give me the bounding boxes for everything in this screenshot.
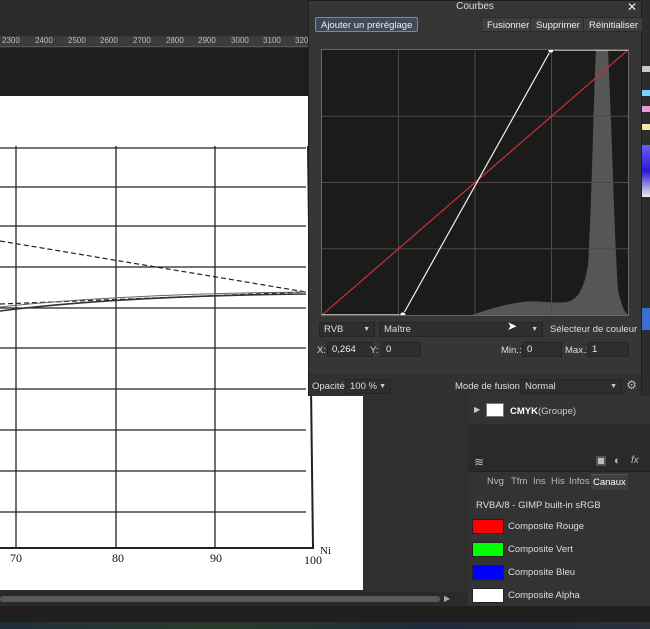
channel-label: Composite Vert	[508, 544, 573, 555]
opacity-value: 100 %	[350, 381, 377, 392]
min-input[interactable]: 0	[522, 342, 562, 357]
workspace-background	[363, 396, 468, 592]
x-axis-label: 70	[10, 551, 22, 565]
dialog-title: Courbes	[456, 1, 494, 12]
blend-mode-select[interactable]: Normal ▼	[520, 379, 622, 394]
chevron-down-icon: ▼	[363, 326, 370, 333]
delete-button[interactable]: Supprimer	[530, 17, 586, 32]
close-icon[interactable]: ✕	[627, 0, 637, 14]
layers-icon[interactable]: ≋	[474, 455, 484, 469]
blend-mode-label: Mode de fusion:	[455, 381, 523, 392]
blend-mode-value: Normal	[525, 381, 556, 392]
x-axis-label: 90	[210, 551, 222, 565]
channel-swatch	[472, 565, 504, 580]
chevron-down-icon: ▼	[610, 383, 617, 390]
y-input[interactable]: 0	[381, 342, 421, 357]
scroll-right-icon[interactable]: ▶	[444, 594, 450, 603]
ruler-tick: 2700	[133, 36, 151, 45]
color-space-select[interactable]: RVB ▼	[319, 322, 375, 337]
channel-row-green[interactable]: Composite Vert	[472, 541, 642, 559]
desktop-strip	[0, 622, 650, 629]
gear-icon[interactable]: ⚙	[626, 378, 637, 392]
curve-graph[interactable]	[321, 49, 629, 316]
channel-row-alpha[interactable]: Composite Alpha	[472, 587, 642, 605]
chevron-down-icon: ▼	[379, 383, 386, 390]
channel-value: Maître	[384, 324, 411, 335]
adjust-icon[interactable]: ◐	[614, 455, 621, 467]
color-profile-label: RVBA/8 - GIMP built-in sRGB	[476, 500, 601, 511]
ruler-tick: 2800	[166, 36, 184, 45]
curve-plot[interactable]	[322, 50, 628, 315]
fx-icon[interactable]: fx	[631, 455, 639, 466]
x-label: X:	[317, 345, 326, 356]
ruler-tick: 320	[295, 36, 309, 45]
channel-label: Composite Bleu	[508, 567, 576, 578]
channel-swatch	[472, 588, 504, 603]
opacity-label: Opacité:	[312, 381, 348, 392]
ruler-tick: 2600	[100, 36, 118, 45]
reset-button[interactable]: Réinitialiser	[583, 17, 645, 32]
horizontal-scrollbar[interactable]: ▶	[0, 592, 455, 606]
ruler-tick: 3100	[263, 36, 281, 45]
ruler-tick: 2300	[2, 36, 20, 45]
x-input[interactable]: 0,264	[327, 342, 373, 357]
channel-row-blue[interactable]: Composite Bleu	[472, 564, 642, 582]
curve-control-point[interactable]	[399, 311, 407, 315]
chevron-down-icon: ▼	[531, 326, 538, 333]
channel-label: Composite Rouge	[508, 521, 585, 532]
panel-toolbar: ≋ ◐ fx	[468, 452, 650, 472]
layer-row-cmyk[interactable]: ▶ CMYK (Groupe)	[468, 400, 650, 422]
layers-channels-panel: ▶ CMYK (Groupe) ≋ ◐ fx Nvg Tfm Ins His I…	[468, 396, 650, 606]
mask-icon[interactable]	[596, 456, 606, 466]
panel-tabs: Nvg Tfm Ins His Infos Canaux	[468, 474, 650, 490]
layer-name: CMYK	[510, 406, 538, 417]
channel-swatch	[472, 519, 504, 534]
channel-label: Composite Alpha	[508, 590, 580, 601]
curve-control-point[interactable]	[547, 50, 555, 54]
ruler-tick: 3000	[231, 36, 249, 45]
max-input[interactable]: 1	[587, 342, 629, 357]
channel-select[interactable]: Maître ▼	[379, 322, 543, 337]
max-label: Max.:	[565, 345, 589, 356]
tab-tfm[interactable]: Tfm	[509, 474, 529, 490]
scrollbar-thumb[interactable]	[0, 596, 440, 602]
corner-label: Ni	[320, 545, 331, 557]
tab-ins[interactable]: Ins	[531, 474, 548, 490]
add-preset-button[interactable]: Ajouter un préréglage	[315, 17, 419, 32]
play-icon[interactable]: ▶	[474, 405, 480, 414]
ruler-tick: 2900	[198, 36, 216, 45]
workspace-background	[0, 48, 308, 96]
dialog-footer: Opacité: 100 % ▼ Mode de fusion: Normal …	[309, 374, 641, 396]
layer-thumbnail	[486, 403, 504, 417]
channel-row-red[interactable]: Composite Rouge	[472, 518, 642, 536]
ruler-tick: 2500	[68, 36, 86, 45]
layer-type: (Groupe)	[538, 406, 577, 417]
channel-swatch	[472, 542, 504, 557]
right-edge-panel	[642, 0, 650, 396]
color-picker-button[interactable]: Sélecteur de couleur	[550, 324, 637, 335]
panel-spacer	[468, 424, 650, 452]
tab-nvg[interactable]: Nvg	[485, 474, 506, 490]
x-axis-label: 80	[112, 551, 124, 565]
y-label: Y:	[370, 345, 379, 356]
curves-dialog: Courbes ✕ Ajouter un préréglage Fusionne…	[308, 0, 645, 396]
color-space-value: RVB	[324, 324, 344, 335]
tab-channels[interactable]: Canaux	[591, 474, 628, 490]
min-label: Min.:	[501, 345, 522, 356]
tab-infos[interactable]: Infos	[567, 474, 592, 490]
horizontal-ruler: 2300 2400 2500 2600 2700 2800 2900 3000 …	[0, 36, 308, 47]
tab-his[interactable]: His	[549, 474, 567, 490]
ruler-tick: 2400	[35, 36, 53, 45]
mouse-cursor-icon: ➤	[507, 319, 518, 333]
opacity-select[interactable]: 100 % ▼	[345, 379, 391, 394]
dialog-titlebar: Courbes ✕	[309, 0, 641, 14]
merge-button[interactable]: Fusionner	[481, 17, 536, 32]
